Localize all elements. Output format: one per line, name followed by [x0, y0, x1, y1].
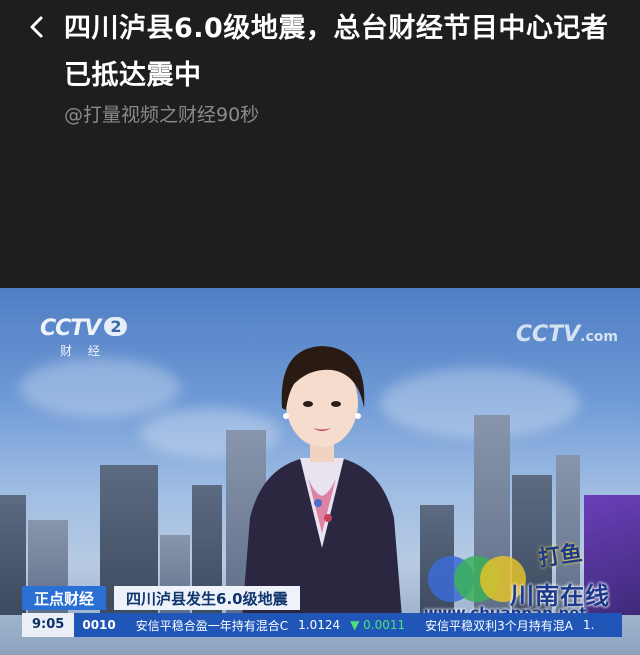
ticker-value: 1.0124 [298, 618, 341, 632]
news-headline: 四川泸县发生6.0级地震 [114, 586, 300, 610]
ticker-change: ▼ 0.0011 [350, 618, 406, 632]
lower-third: 正点财经 四川泸县发生6.0级地震 [22, 586, 300, 610]
article-header: 四川泸县6.0级地震，总台财经节目中心记者已抵达震中 @打量视频之财经90秒 [0, 0, 640, 288]
ticker-value-2: 1. [583, 618, 595, 632]
ticker-time: 9:05 [22, 613, 75, 637]
video-player[interactable]: CCTV 2 财 经 CCTV.com 打鱼 川南在线 正点财经 四川泸县发生6… [0, 288, 640, 655]
ticker-code: 0010 [82, 618, 116, 632]
article-source[interactable]: @打量视频之财经90秒 [64, 100, 259, 127]
watermark-badge: 打鱼 [536, 541, 584, 572]
ticker-fund-name-2: 安信平稳双利3个月持有混A [425, 618, 574, 633]
article-title: 四川泸县6.0级地震，总台财经节目中心记者已抵达震中 [64, 13, 609, 91]
channel-logo: CCTV 2 财 经 [40, 316, 128, 358]
stock-ticker: 9:05 0010 安信平稳合盈一年持有混合C 1.0124 ▼ 0.0011 … [22, 613, 622, 637]
cctv-com-logo: CCTV.com [515, 322, 618, 347]
back-button[interactable] [22, 12, 52, 42]
ticker-fund-name: 安信平稳合盈一年持有混合C [135, 618, 289, 633]
chevron-left-icon [30, 16, 43, 38]
channel-name: 财 经 [60, 344, 106, 358]
news-anchor [242, 346, 402, 618]
show-name: 正点财经 [22, 586, 107, 610]
